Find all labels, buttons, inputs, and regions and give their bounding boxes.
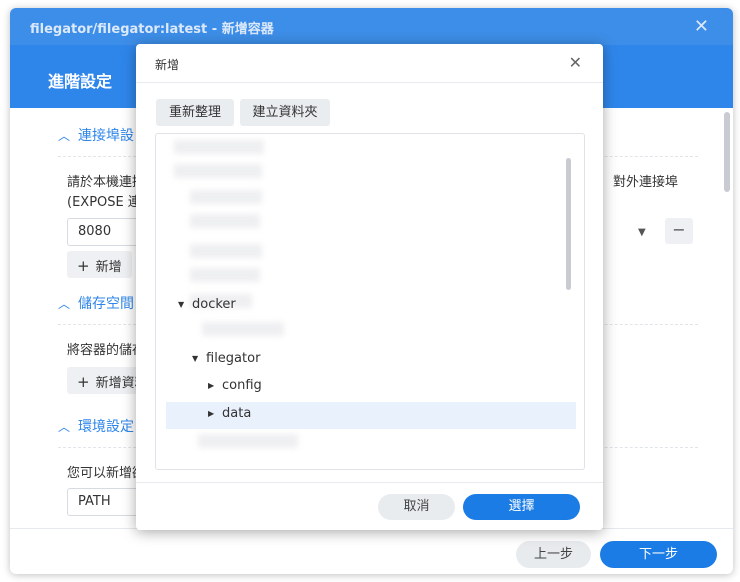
redacted-item bbox=[190, 268, 260, 282]
folder-picker-dialog: 新增 ✕ 重新整理 建立資料夾 ▼ docker ▼ filegator ▶ conf… bbox=[136, 44, 603, 530]
tree-item-data[interactable]: ▶ data bbox=[208, 406, 251, 421]
close-icon[interactable]: ✕ bbox=[694, 16, 709, 37]
previous-button[interactable]: 上一步 bbox=[516, 541, 591, 568]
chevron-up-icon: ︿ bbox=[58, 297, 71, 311]
divider bbox=[136, 482, 603, 483]
external-port-label: 對外連接埠 bbox=[613, 175, 679, 190]
caret-down-icon[interactable]: ▼ bbox=[178, 300, 192, 309]
scrollbar-thumb[interactable] bbox=[566, 158, 571, 290]
scrollbar-thumb[interactable] bbox=[724, 112, 730, 192]
refresh-button[interactable]: 重新整理 bbox=[156, 99, 234, 126]
redacted-item bbox=[190, 244, 262, 258]
create-folder-button[interactable]: 建立資料夾 bbox=[240, 99, 330, 126]
redacted-item bbox=[202, 322, 284, 336]
tree-item-config[interactable]: ▶ config bbox=[208, 378, 262, 393]
tree-item-docker[interactable]: ▼ docker bbox=[178, 297, 236, 312]
folder-tree[interactable]: ▼ docker ▼ filegator ▶ config ▶ data bbox=[155, 133, 585, 470]
select-button[interactable]: 選擇 bbox=[463, 494, 580, 520]
dialog-title: 新增 bbox=[155, 58, 180, 72]
chevron-up-icon: ︿ bbox=[58, 129, 71, 143]
section-header-environment[interactable]: ︿ 環境設定 bbox=[58, 416, 134, 436]
section-header-storage[interactable]: ︿ 儲存空間 bbox=[58, 293, 134, 313]
redacted-item bbox=[190, 190, 262, 204]
redacted-item bbox=[174, 164, 262, 178]
redacted-item bbox=[190, 214, 260, 228]
close-icon[interactable]: ✕ bbox=[569, 53, 582, 72]
chevron-up-icon: ︿ bbox=[58, 420, 71, 434]
redacted-item bbox=[198, 434, 298, 448]
caret-right-icon[interactable]: ▶ bbox=[208, 409, 222, 418]
plus-icon: + bbox=[77, 257, 90, 275]
plus-icon: + bbox=[77, 373, 90, 391]
remove-port-button[interactable]: − bbox=[665, 218, 693, 244]
section-header-ports[interactable]: ︿ 連接埠設 bbox=[58, 125, 134, 145]
caret-right-icon[interactable]: ▶ bbox=[208, 381, 222, 390]
divider bbox=[136, 82, 603, 83]
caret-down-icon[interactable]: ▼ bbox=[192, 354, 206, 363]
redacted-item bbox=[174, 140, 264, 154]
chevron-down-icon[interactable]: ▼ bbox=[638, 227, 646, 238]
next-button[interactable]: 下一步 bbox=[600, 541, 717, 568]
environment-description: 您可以新增欲 bbox=[67, 466, 146, 481]
cancel-button[interactable]: 取消 bbox=[378, 494, 455, 520]
add-port-button[interactable]: + 新增 bbox=[67, 251, 132, 278]
tree-item-filegator[interactable]: ▼ filegator bbox=[192, 351, 260, 366]
window-title: filegator/filegator:latest - 新增容器 bbox=[10, 8, 733, 45]
